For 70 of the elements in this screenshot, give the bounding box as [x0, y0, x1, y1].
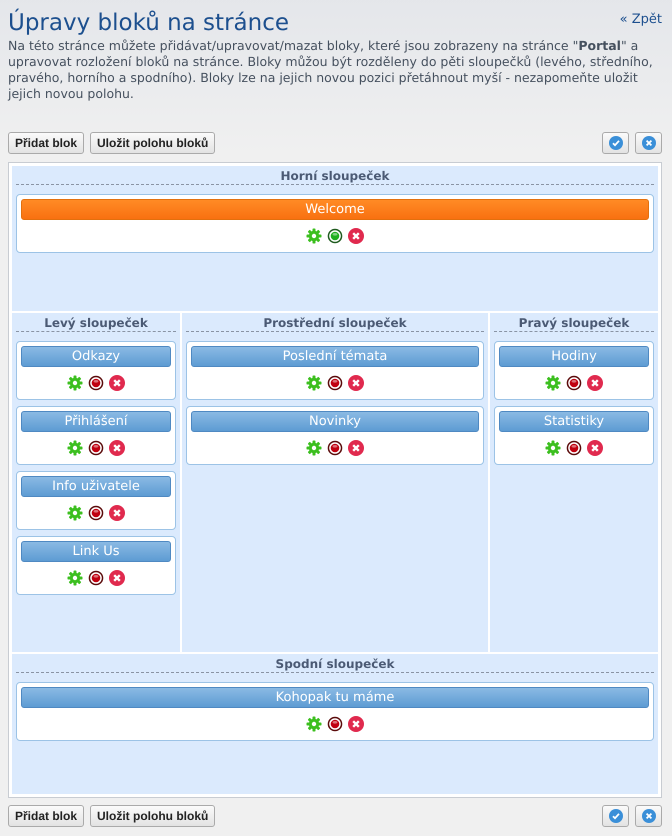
delete-icon[interactable] [109, 570, 125, 586]
block-title[interactable]: Statistiky [499, 411, 649, 432]
close-icon [642, 809, 656, 823]
delete-icon[interactable] [348, 440, 364, 456]
status-indicator-icon[interactable] [88, 375, 104, 391]
block-card[interactable]: Odkazy [16, 341, 176, 400]
settings-icon[interactable] [67, 440, 83, 456]
column-title: Spodní sloupeček [16, 654, 654, 673]
status-indicator-icon[interactable] [566, 375, 582, 391]
block-card[interactable]: Welcome [16, 194, 654, 253]
status-indicator-icon[interactable] [327, 716, 343, 732]
delete-icon[interactable] [109, 375, 125, 391]
add-block-button[interactable]: Přidat blok [8, 132, 84, 154]
back-link[interactable]: « Zpět [620, 12, 662, 27]
block-card[interactable]: Link Us [16, 536, 176, 595]
block-title[interactable]: Přihlášení [21, 411, 171, 432]
save-position-button[interactable]: Uložit polohu bloků [90, 132, 216, 154]
close-icon [642, 136, 656, 150]
block-card[interactable]: Hodiny [494, 341, 654, 400]
column-title: Prostřední sloupeček [186, 313, 484, 332]
settings-icon[interactable] [306, 716, 322, 732]
cancel-button[interactable] [635, 805, 662, 827]
settings-icon[interactable] [545, 440, 561, 456]
block-card[interactable]: Přihlášení [16, 406, 176, 465]
status-indicator-icon[interactable] [88, 570, 104, 586]
settings-icon[interactable] [67, 505, 83, 521]
status-indicator-icon[interactable] [88, 505, 104, 521]
block-title[interactable]: Poslední témata [191, 346, 479, 367]
delete-icon[interactable] [348, 375, 364, 391]
page-title: Úpravy bloků na stránce [8, 8, 289, 38]
check-icon [608, 809, 622, 823]
status-indicator-icon[interactable] [566, 440, 582, 456]
block-title[interactable]: Info uživatele [21, 476, 171, 497]
settings-icon[interactable] [306, 440, 322, 456]
delete-icon[interactable] [587, 375, 603, 391]
block-title[interactable]: Kohopak tu máme [21, 687, 649, 708]
description-text: Na této stránce můžete přidávat/upravovat/mazat bloky, které jsou zobrazeny na stránce "Portal" a upravovat rozložení bloků na stránce. Bloky můžou být rozděleny do pěti sloupečků (levého, středního, pravého, horního a spodního). Bloky lze na jejich novou pozici přetáhnout myší - nezapomeňte uložit jejich novou polohu. [8, 38, 654, 102]
block-title[interactable]: Odkazy [21, 346, 171, 367]
status-indicator-icon[interactable] [88, 440, 104, 456]
save-position-button[interactable]: Uložit polohu bloků [90, 805, 216, 827]
settings-icon[interactable] [306, 228, 322, 244]
block-card[interactable]: Novinky [186, 406, 484, 465]
add-block-button[interactable]: Přidat blok [8, 805, 84, 827]
block-card[interactable]: Info uživatele [16, 471, 176, 530]
block-title[interactable]: Novinky [191, 411, 479, 432]
delete-icon[interactable] [348, 716, 364, 732]
settings-icon[interactable] [306, 375, 322, 391]
status-indicator-icon[interactable] [327, 228, 343, 244]
status-indicator-icon[interactable] [327, 440, 343, 456]
cancel-button[interactable] [635, 132, 662, 154]
confirm-button[interactable] [602, 132, 629, 154]
status-indicator-icon[interactable] [327, 375, 343, 391]
confirm-button[interactable] [602, 805, 629, 827]
block-card[interactable]: Kohopak tu máme [16, 682, 654, 741]
block-title[interactable]: Hodiny [499, 346, 649, 367]
delete-icon[interactable] [109, 505, 125, 521]
column-title: Levý sloupeček [16, 313, 176, 332]
delete-icon[interactable] [587, 440, 603, 456]
column-title: Pravý sloupeček [494, 313, 654, 332]
block-card[interactable]: Statistiky [494, 406, 654, 465]
block-title[interactable]: Link Us [21, 541, 171, 562]
settings-icon[interactable] [545, 375, 561, 391]
check-icon [608, 136, 622, 150]
column-title: Horní sloupeček [16, 166, 654, 185]
delete-icon[interactable] [109, 440, 125, 456]
settings-icon[interactable] [67, 570, 83, 586]
settings-icon[interactable] [67, 375, 83, 391]
delete-icon[interactable] [348, 228, 364, 244]
block-card[interactable]: Poslední témata [186, 341, 484, 400]
block-title[interactable]: Welcome [21, 199, 649, 220]
